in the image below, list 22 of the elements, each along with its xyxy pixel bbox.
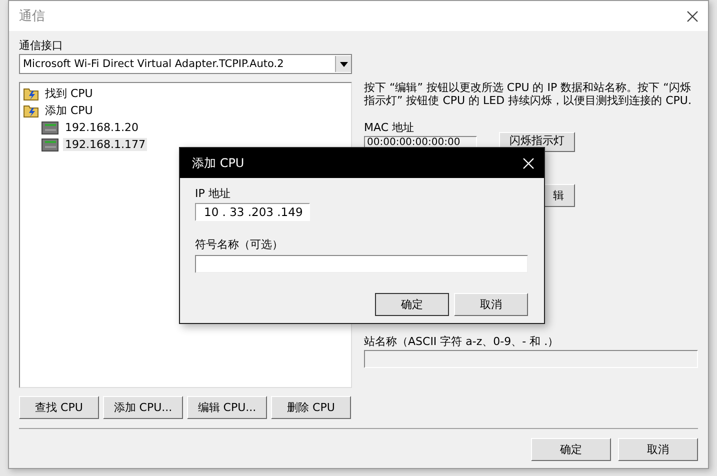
tree-item[interactable]: 找到 CPU [43,86,95,101]
window-title: 通信 [19,8,45,25]
name-label: 符号名称（可选） [195,238,284,252]
cancel-button[interactable]: 取消 [618,438,698,461]
tree-item[interactable]: 添加 CPU [43,103,95,118]
ok-button[interactable]: 确定 [531,438,611,461]
cancel-button[interactable]: 取消 [454,293,528,316]
interface-label: 通信接口 [19,39,64,53]
ip-label: IP 地址 [195,187,232,201]
action-button[interactable]: 查找 CPU [19,396,99,419]
interface-dropdown[interactable]: Microsoft Wi-Fi Direct Virtual Adapter.TCPIP.Auto.2 [19,54,352,74]
action-button[interactable]: 添加 CPU... [103,396,183,419]
tree-item[interactable]: 192.168.1.177 [63,138,148,151]
dialog-title: 添加 CPU [192,154,244,172]
action-button[interactable]: 编辑 CPU... [187,396,267,419]
ok-button[interactable]: 确定 [375,293,449,316]
tree-item[interactable]: 192.168.1.20 [63,121,140,134]
action-button[interactable]: 删除 CPU [271,396,351,419]
station-label: 站名称（ASCII 字符 a-z、0-9、- 和 .） [364,335,560,349]
ip-field[interactable]: 10 . 33 .203 .149 [195,203,310,221]
description-text: 按下 “编辑” 按钮以更改所选 CPU 的 IP 数据和站名称。按下 “闪烁指示灯” 按钮使 CPU 的 LED 持续闪烁，以便目测找到连接的 CPU. [364,82,692,108]
mac-label: MAC 地址 [364,121,415,135]
